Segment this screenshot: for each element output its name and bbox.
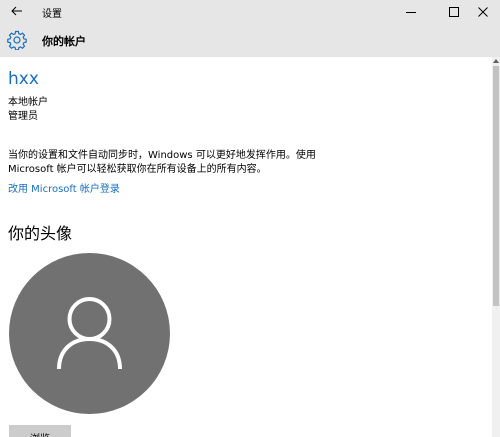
- chevron-up-icon: [493, 59, 499, 63]
- account-role: 管理员: [8, 111, 38, 122]
- gear-icon: [7, 30, 27, 50]
- back-button[interactable]: [8, 2, 26, 20]
- account-type: 本地帐户: [8, 97, 48, 108]
- page-title: 你的帐户: [42, 35, 86, 48]
- avatar: [9, 253, 170, 414]
- window-title: 设置: [42, 9, 62, 20]
- title-bar: 设置: [0, 0, 500, 24]
- back-arrow-icon: [11, 6, 22, 16]
- microsoft-signin-link[interactable]: 改用 Microsoft 帐户登录: [8, 180, 120, 195]
- close-button[interactable]: [465, 0, 500, 24]
- browse-button[interactable]: 浏览: [9, 425, 71, 437]
- minimize-icon: [405, 12, 416, 13]
- account-username: hxx: [8, 69, 39, 89]
- maximize-icon: [448, 7, 459, 17]
- minimize-button[interactable]: [393, 0, 428, 24]
- user-icon: [57, 297, 122, 370]
- sync-description: 当你的设置和文件自动同步时，Windows 可以更好地发挥作用。使用 Micro…: [8, 150, 316, 175]
- account-content: hxx 本地帐户 管理员 当你的设置和文件自动同步时，Windows 可以更好地…: [0, 57, 492, 437]
- page-header: 你的帐户: [0, 24, 500, 57]
- scroll-up-button[interactable]: [492, 57, 500, 65]
- avatar-heading: 你的头像: [8, 224, 73, 243]
- close-icon: [477, 7, 488, 17]
- scrollbar[interactable]: [492, 57, 500, 437]
- scroll-thumb[interactable]: [493, 66, 499, 306]
